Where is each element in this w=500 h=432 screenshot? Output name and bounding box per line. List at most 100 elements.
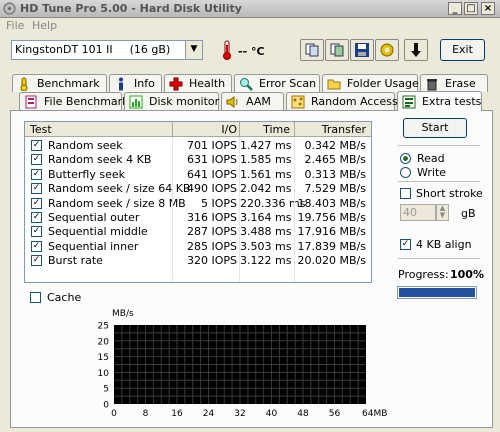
tab-erase[interactable]: Erase	[420, 74, 488, 92]
y-tick-label: 0	[103, 401, 109, 411]
trash-icon	[427, 78, 437, 90]
short-stroke-spinner[interactable]: ▲ ▼	[436, 204, 449, 221]
options-button[interactable]	[375, 39, 399, 61]
random-access-icon	[291, 95, 305, 108]
test-name: Random seek 4 KB	[48, 153, 152, 167]
tab-error-scan[interactable]: Error Scan	[234, 74, 320, 92]
minimize-button[interactable]: _	[448, 2, 462, 15]
row-checkbox[interactable]: ✓	[31, 197, 42, 209]
cache-checkbox[interactable]	[30, 292, 41, 303]
row-checkbox[interactable]: ✓	[31, 168, 42, 180]
time-value: 1.561 ms	[240, 167, 292, 181]
test-name: Sequential middle	[48, 225, 148, 239]
tab-disk-monitor[interactable]: Disk monitor	[124, 92, 219, 110]
table-row[interactable]: ✓ Burst rate 320 IOPS 3.122 ms 20.020 MB/s	[25, 254, 371, 268]
tab-extra-tests[interactable]: Extra tests	[397, 91, 482, 111]
copy-screenshot-button[interactable]	[325, 39, 349, 61]
tab-aam[interactable]: AAM	[221, 92, 284, 110]
x-tick-label: 32	[234, 409, 245, 419]
download-button[interactable]	[404, 39, 428, 61]
transfer-value: 20.020 MB/s	[297, 254, 366, 268]
align-option[interactable]: ✓ 4 KB align	[400, 238, 472, 251]
tab-folder-usage[interactable]: Folder Usage	[322, 74, 419, 92]
io-value: 641 IOPS	[186, 167, 237, 181]
cache-label: Cache	[47, 291, 82, 304]
chevron-down-icon[interactable]: ▼	[185, 41, 202, 59]
copy-text-button[interactable]	[300, 39, 324, 61]
transfer-value: 7.529 MB/s	[304, 182, 366, 196]
io-value: 701 IOPS	[186, 139, 237, 152]
folder-icon	[327, 79, 341, 89]
row-checkbox[interactable]: ✓	[31, 154, 42, 166]
tab-label: Info	[134, 76, 155, 90]
tab-health[interactable]: Health	[164, 74, 232, 92]
progress-fill	[399, 288, 475, 297]
drive-size: (16 gB)	[129, 43, 171, 56]
table-row[interactable]: ✓ Random seek 701 IOPS 1.427 ms 0.342 MB/s	[25, 139, 371, 153]
write-radio[interactable]	[400, 167, 411, 178]
tab-random-access[interactable]: Random Access	[286, 92, 398, 110]
short-stroke-option[interactable]: Short stroke	[400, 187, 483, 200]
transfer-value: 19.756 MB/s	[297, 211, 366, 224]
tab-label: Error Scan	[259, 76, 317, 90]
row-checkbox[interactable]: ✓	[31, 255, 42, 267]
close-button[interactable]: ×	[481, 2, 495, 15]
column-header-test[interactable]: Test	[30, 123, 52, 137]
health-cross-icon	[169, 77, 183, 90]
align-checkbox[interactable]: ✓	[400, 239, 411, 250]
write-option[interactable]: Write	[400, 166, 446, 179]
short-stroke-input[interactable]: 40	[400, 204, 436, 221]
table-row[interactable]: ✓ Random seek / size 64 KB 490 IOPS 2.042 m…	[25, 182, 371, 196]
time-value: 3.122 ms	[240, 254, 292, 268]
row-checkbox[interactable]: ✓	[31, 212, 42, 223]
test-name: Burst rate	[48, 254, 103, 268]
row-checkbox[interactable]: ✓	[31, 140, 42, 151]
transfer-graph: 25 20 15 10 5 00 8 16 24 32 40 48 56 64MB	[98, 322, 388, 420]
test-name: Random seek	[48, 139, 123, 152]
table-row[interactable]: ✓ Sequential middle 287 IOPS 3.488 ms 17.916…	[25, 225, 371, 239]
table-row[interactable]: ✓ Butterfly seek 641 IOPS 1.561 ms 0.313 MB/…	[25, 168, 371, 182]
table-row[interactable]: ✓ Sequential inner 285 IOPS 3.503 ms 17.839 …	[25, 240, 371, 254]
table-row[interactable]: ✓ Sequential outer 316 IOPS 3.164 ms 19.756 …	[25, 211, 371, 225]
window-title: HD Tune Pro 5.00 - Hard Disk Utility	[20, 2, 242, 15]
column-header-io[interactable]: I/O	[173, 123, 237, 137]
exit-button[interactable]: Exit	[440, 39, 485, 61]
copy-icon	[305, 43, 319, 57]
short-stroke-checkbox[interactable]	[400, 188, 411, 199]
maximize-button[interactable]: □	[464, 2, 478, 15]
read-radio[interactable]	[400, 153, 411, 164]
menu-file[interactable]: File	[6, 19, 24, 32]
x-tick-label: 8	[143, 409, 149, 419]
transfer-value: 2.465 MB/s	[304, 153, 366, 167]
row-checkbox[interactable]: ✓	[31, 183, 42, 195]
x-tick-label: 56	[329, 409, 341, 419]
tab-label: Disk monitor	[149, 94, 220, 108]
y-tick-label: 5	[103, 385, 109, 395]
x-tick-label: 64MB	[362, 409, 387, 419]
column-header-transfer[interactable]: Transfer	[295, 123, 366, 137]
time-value: 2.042 ms	[240, 182, 292, 196]
drive-select[interactable]: KingstonDT 101 II (16 gB) ▼	[11, 40, 203, 60]
cache-option[interactable]: Cache	[30, 291, 81, 304]
row-checkbox[interactable]: ✓	[31, 240, 42, 252]
results-table: Test I/O Time Transfer ✓ Random seek 701 I…	[24, 121, 372, 283]
io-value: 287 IOPS	[186, 225, 237, 239]
test-name: Butterfly seek	[48, 167, 126, 181]
tab-benchmark[interactable]: Benchmark	[12, 74, 107, 92]
menu-help[interactable]: Help	[32, 19, 57, 32]
io-value: 320 IOPS	[186, 254, 237, 268]
start-button[interactable]: Start	[403, 118, 467, 138]
table-row[interactable]: ✓ Random seek / size 8 MB 5 IOPS 220.336 ms…	[25, 197, 371, 211]
temperature-readout: -- °C	[238, 45, 265, 58]
table-row[interactable]: ✓ Random seek 4 KB 631 IOPS 1.585 ms 2.465 M…	[25, 153, 371, 167]
read-option[interactable]: Read	[400, 152, 445, 165]
column-header-time[interactable]: Time	[240, 123, 290, 137]
tab-file-benchmark[interactable]: File Benchmark	[19, 92, 129, 110]
extra-tests-icon	[402, 95, 416, 108]
io-value: 5 IOPS	[200, 196, 237, 210]
tab-info[interactable]: Info	[109, 74, 162, 92]
row-checkbox[interactable]: ✓	[31, 226, 42, 238]
save-button[interactable]	[350, 39, 374, 61]
time-value: 220.336 ms	[240, 196, 306, 210]
write-label: Write	[417, 166, 447, 179]
